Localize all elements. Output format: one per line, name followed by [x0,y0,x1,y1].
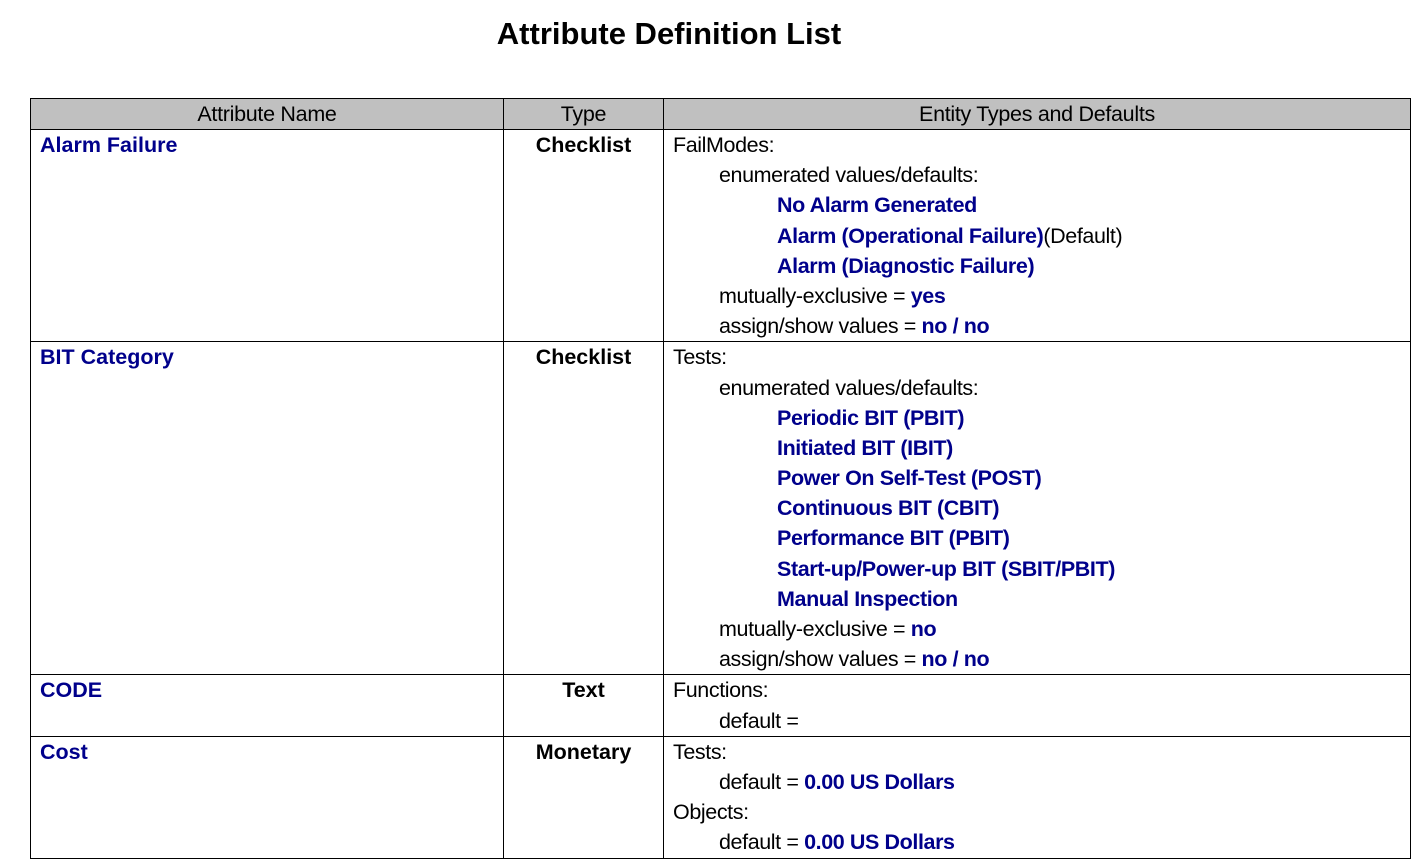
assign-show-value: no / no [921,647,990,672]
mutually-exclusive-line: mutually-exclusive = yes [673,281,1410,311]
mutually-exclusive-label: mutually-exclusive = [719,617,911,641]
entity-defaults: Tests: default = 0.00 US Dollars Objects… [663,735,1411,859]
mutually-exclusive-line: mutually-exclusive = no [673,614,1410,644]
enumerated-value: Start-up/Power-up BIT (SBIT/PBIT) [777,556,1115,581]
attribute-name: Cost [30,735,504,859]
entity-type-label: Tests: [673,345,727,370]
column-header-attribute-name: Attribute Name [30,98,504,130]
default-value: 0.00 US Dollars [804,830,955,855]
enumerated-value: Periodic BIT (PBIT) [777,405,965,430]
mutually-exclusive-label: mutually-exclusive = [719,283,911,308]
attribute-type: Checklist [503,128,664,343]
enumerated-value: Manual Inspection [777,586,958,611]
entity-defaults: Tests: enumerated values/defaults: Perio… [663,341,1411,676]
default-value: 0.00 US Dollars [804,769,955,794]
enumerated-value: Performance BIT (PBIT) [777,526,1010,551]
enumerated-value: Alarm (Operational Failure)(Default) [673,221,1410,251]
attribute-type: Text [503,674,664,737]
column-header-type: Type [503,98,664,130]
mutually-exclusive-value: yes [910,283,946,308]
entity-type-label: Functions: [673,678,769,703]
enumerated-value: Initiated BIT (IBIT) [777,435,953,460]
default-line: default = 0.00 US Dollars [673,767,1410,797]
enum-value-label: No Alarm Generated [777,193,977,218]
entity-defaults: Functions: default = [663,674,1411,737]
assign-show-line: assign/show values = no / no [673,644,1410,674]
table-row: BIT Category Checklist Tests: enumerated… [30,341,1411,676]
assign-show-label: assign/show values = [719,647,922,672]
default-line: default = [673,706,1410,736]
enumerated-value: Continuous BIT (CBIT) [777,496,1000,521]
enumerated-value: No Alarm Generated [673,190,1410,220]
attribute-name: BIT Category [30,341,504,676]
attribute-table: Attribute Name Type Entity Types and Def… [30,98,1411,859]
default-label: default = [719,769,805,794]
column-header-entity-types: Entity Types and Defaults [663,98,1411,130]
attribute-name: CODE [30,674,504,737]
entity-type-label: Objects: [673,800,749,825]
table-header-row: Attribute Name Type Entity Types and Def… [30,98,1411,130]
table-row: Alarm Failure Checklist FailModes: enume… [30,128,1411,343]
page-title: Attribute Definition List [496,16,842,51]
attribute-type: Monetary [503,735,664,859]
attribute-type: Checklist [503,341,664,676]
entity-type-label: FailModes: [673,133,775,157]
table-row: CODE Text Functions: default = [30,674,1411,737]
enum-value-label: Alarm (Operational Failure) [777,223,1044,248]
default-marker: (Default) [1043,223,1123,248]
assign-show-line: assign/show values = no / no [673,311,1410,341]
assign-show-label: assign/show values = [719,314,922,339]
default-line: default = 0.00 US Dollars [673,827,1410,857]
attribute-name: Alarm Failure [30,128,504,343]
assign-show-value: no / no [921,314,990,339]
table-row: Cost Monetary Tests: default = 0.00 US D… [30,735,1411,859]
enumerated-values-label: enumerated values/defaults: [719,375,979,400]
default-label: default = [719,708,805,733]
enum-value-label: Alarm (Diagnostic Failure) [777,253,1035,278]
default-label: default = [719,830,805,855]
mutually-exclusive-value: no [910,617,937,641]
entity-type-label: Tests: [673,739,727,764]
enumerated-values-label: enumerated values/defaults: [719,163,979,188]
entity-defaults: FailModes: enumerated values/defaults: N… [663,128,1411,343]
enumerated-value: Alarm (Diagnostic Failure) [673,251,1410,281]
enumerated-value: Power On Self-Test (POST) [777,466,1042,491]
